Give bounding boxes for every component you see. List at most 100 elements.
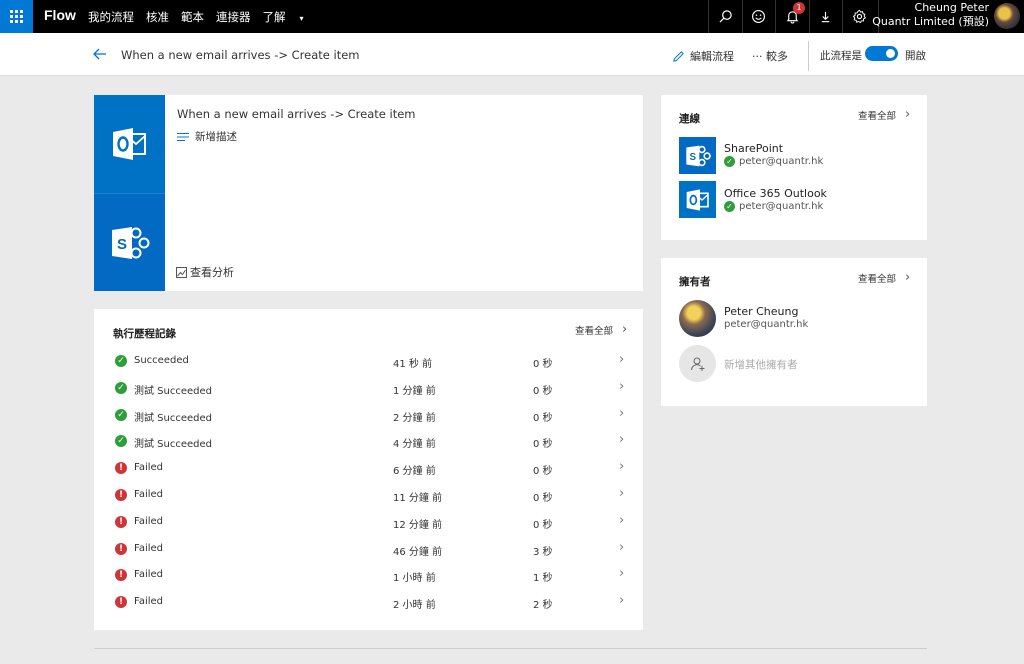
- top-nav: 我的流程 核准 範本 連接器 了解 ▾: [88, 9, 328, 25]
- add-owner-label[interactable]: 新增其他擁有者: [724, 357, 798, 372]
- sharepoint-icon: S: [111, 226, 149, 259]
- run-row[interactable]: ✓ 測試 Succeeded 1 分鐘 前 0 秒 ›: [94, 376, 643, 403]
- toggle-label: 此流程是: [820, 50, 862, 62]
- run-row[interactable]: ! Failed 11 分鐘 前 0 秒 ›: [94, 483, 643, 510]
- divider: [808, 41, 809, 71]
- run-status: 測試 Succeeded: [134, 439, 213, 451]
- chevron-right-icon: ›: [619, 512, 625, 528]
- brand-logo[interactable]: Flow: [44, 7, 76, 23]
- run-time: 4 分鐘 前: [393, 439, 436, 451]
- avatar: [679, 300, 716, 337]
- feedback-button[interactable]: [741, 0, 776, 33]
- success-check-icon: ✓: [115, 381, 127, 394]
- outlook-connection-icon: [679, 181, 716, 218]
- edit-flow-button[interactable]: 編輯流程: [672, 48, 734, 64]
- nav-learn[interactable]: 了解 ▾: [263, 9, 316, 25]
- search-button[interactable]: [708, 0, 742, 33]
- owner-name: Peter Cheung: [724, 305, 799, 318]
- notifications-button[interactable]: 1: [775, 0, 809, 33]
- back-arrow-icon[interactable]: [92, 46, 108, 62]
- sharepoint-connection-icon: S: [679, 137, 716, 174]
- toggle-state: 開啟: [905, 50, 926, 62]
- sharepoint-tile: S: [94, 193, 165, 291]
- chevron-right-icon: ›: [905, 107, 911, 122]
- chevron-right-icon: ›: [619, 539, 625, 555]
- run-duration: 0 秒: [533, 359, 553, 370]
- download-button[interactable]: [808, 0, 843, 33]
- run-duration: 0 秒: [533, 385, 553, 397]
- user-menu[interactable]: Cheung Peter Quantr Limited (預設): [872, 0, 1024, 33]
- run-row[interactable]: ! Failed 46 分鐘 前 3 秒 ›: [94, 537, 643, 564]
- svg-text:S: S: [117, 236, 127, 253]
- gear-icon: [852, 9, 866, 24]
- see-all-label: 查看全部: [858, 110, 897, 122]
- nav-my-flows[interactable]: 我的流程: [88, 9, 134, 25]
- error-icon: !: [115, 542, 127, 555]
- error-icon: !: [115, 569, 127, 582]
- owners-title: 擁有者: [679, 276, 711, 288]
- see-all-label: 查看全部: [858, 273, 897, 285]
- error-icon: !: [115, 596, 127, 609]
- run-row[interactable]: ! Failed 12 分鐘 前 0 秒 ›: [94, 510, 643, 537]
- success-check-icon: ✓: [115, 355, 127, 367]
- settings-button[interactable]: [842, 0, 876, 33]
- owner-email: peter@quantr.hk: [724, 319, 809, 330]
- add-person-icon: [690, 357, 704, 371]
- chevron-right-icon: ›: [619, 352, 625, 367]
- add-owner-button[interactable]: [679, 345, 716, 382]
- analytics-label: 查看分析: [190, 266, 234, 279]
- chevron-right-icon: ›: [905, 270, 911, 285]
- run-row[interactable]: ! Failed 1 小時 前 1 秒 ›: [94, 563, 643, 590]
- run-status: 測試 Succeeded: [134, 385, 213, 397]
- nav-approvals[interactable]: 核准: [146, 9, 169, 25]
- add-description-link[interactable]: 新增描述: [177, 129, 237, 144]
- chevron-right-icon: ›: [619, 459, 625, 475]
- connections-see-all[interactable]: 查看全部 ›: [858, 107, 910, 122]
- success-check-icon: ✓: [115, 435, 127, 448]
- text-lines-icon: [177, 132, 189, 141]
- connection-account-label: peter@quantr.hk: [739, 156, 824, 167]
- more-button[interactable]: ··· 較多: [752, 48, 788, 64]
- search-icon: [719, 10, 732, 23]
- nav-connectors[interactable]: 連接器: [216, 9, 251, 25]
- top-bar: Flow 我的流程 核准 範本 連接器 了解 ▾ 1 Cheung Peter Q…: [0, 0, 1024, 33]
- run-row[interactable]: ✓ Succeeded 41 秒 前 0 秒 ›: [94, 349, 643, 376]
- connection-account-label: peter@quantr.hk: [739, 201, 824, 212]
- connection-name[interactable]: SharePoint: [724, 142, 783, 155]
- chevron-right-icon: ›: [619, 593, 625, 609]
- flow-on-toggle[interactable]: [865, 46, 898, 61]
- user-name: Cheung Peter: [914, 1, 989, 14]
- connections-card: 連線 查看全部 › S SharePoint ✓ peter@quantr.hk …: [661, 95, 927, 240]
- run-row[interactable]: ! Failed 2 小時 前 2 秒 ›: [94, 590, 643, 617]
- success-check-icon: ✓: [115, 408, 127, 421]
- flow-header: When a new email arrives -> Create item …: [0, 33, 1024, 76]
- run-duration: 0 秒: [533, 439, 553, 451]
- chevron-right-icon: ›: [622, 322, 628, 337]
- pencil-icon: [673, 50, 684, 62]
- run-time: 46 分鐘 前: [393, 546, 443, 558]
- user-name-block: Cheung Peter Quantr Limited (預設): [872, 1, 989, 29]
- run-time: 41 秒 前: [393, 359, 433, 370]
- analytics-link[interactable]: 查看分析: [176, 264, 234, 280]
- run-row[interactable]: ✓ 測試 Succeeded 4 分鐘 前 0 秒 ›: [94, 429, 643, 456]
- run-duration: 0 秒: [533, 466, 553, 478]
- run-row[interactable]: ✓ 測試 Succeeded 2 分鐘 前 0 秒 ›: [94, 403, 643, 430]
- connection-name[interactable]: Office 365 Outlook: [724, 187, 827, 200]
- chevron-right-icon: ›: [619, 432, 625, 448]
- run-row[interactable]: ! Failed 6 分鐘 前 0 秒 ›: [94, 456, 643, 483]
- outlook-tile: [94, 95, 165, 193]
- owners-see-all[interactable]: 查看全部 ›: [858, 270, 910, 285]
- nav-templates[interactable]: 範本: [181, 9, 204, 25]
- app-launcher-button[interactable]: [0, 0, 33, 33]
- check-icon: ✓: [724, 201, 735, 212]
- run-status: Failed: [134, 542, 164, 554]
- avatar: [994, 3, 1020, 29]
- error-icon: !: [115, 462, 127, 475]
- outlook-icon: [112, 128, 146, 160]
- download-icon: [822, 11, 830, 23]
- run-time: 1 小時 前: [393, 573, 436, 585]
- check-icon: ✓: [724, 156, 735, 167]
- run-history-see-all[interactable]: 查看全部 ›: [575, 322, 627, 337]
- connection-account: ✓ peter@quantr.hk: [724, 156, 823, 167]
- run-time: 6 分鐘 前: [393, 466, 436, 478]
